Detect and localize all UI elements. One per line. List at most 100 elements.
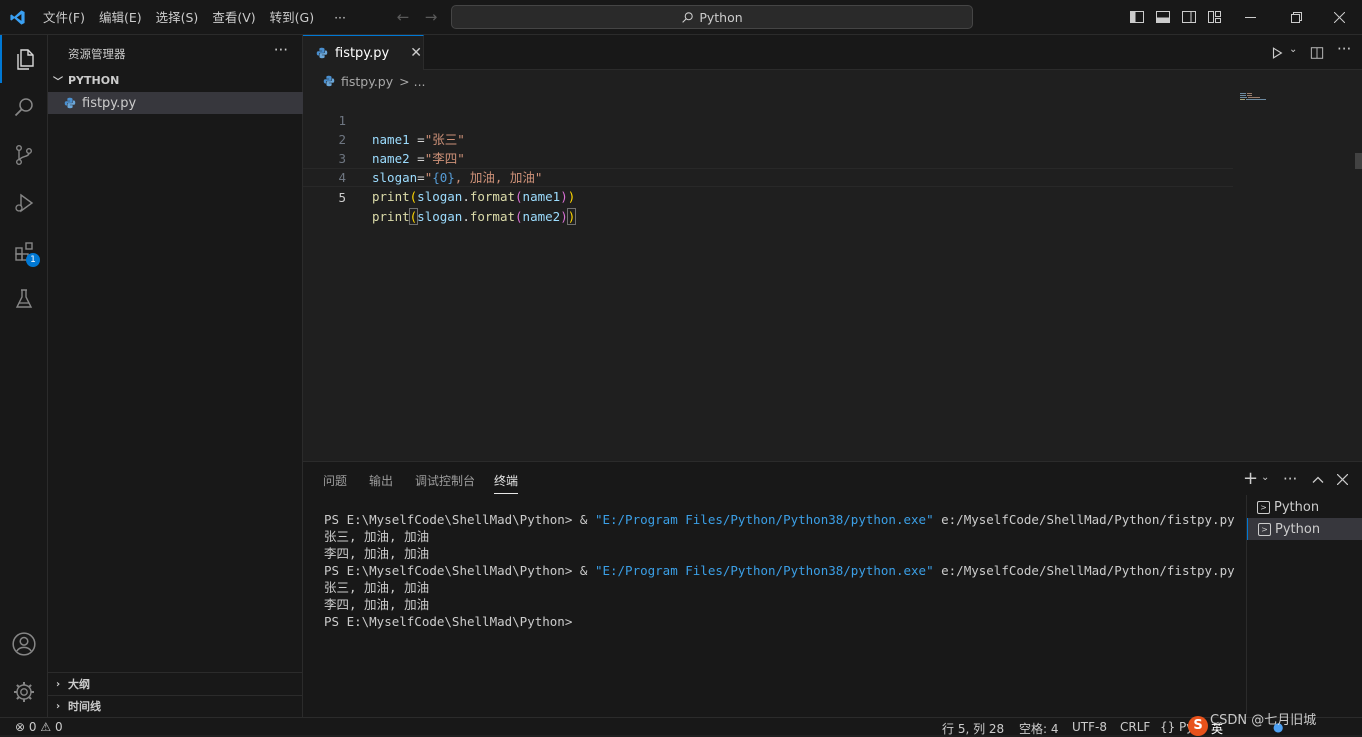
terminal-instance[interactable]: > Python <box>1247 496 1362 518</box>
problems-status[interactable]: ⊗ 0 ⚠ 0 <box>15 720 63 734</box>
command-center-label: Python <box>699 9 743 25</box>
terminal-line: PS E:\MyselfCode\ShellMad\Python> & "E:/… <box>324 562 1244 579</box>
editor-tab-bar: fistpy.py ✕ ⌄ ··· <box>303 35 1362 70</box>
timeline-section[interactable]: › 时间线 <box>48 695 303 717</box>
terminal-line: PS E:\MyselfCode\ShellMad\Python> <box>324 614 573 629</box>
menu-edit[interactable]: 编辑(E) <box>92 0 149 35</box>
close-tab-icon[interactable]: ✕ <box>410 45 422 61</box>
source-control-icon[interactable] <box>0 131 48 179</box>
tab-terminal[interactable]: 终端 <box>494 472 519 494</box>
encoding[interactable]: UTF-8 <box>1072 720 1107 734</box>
chevron-right-icon: › <box>55 678 61 690</box>
search-icon[interactable] <box>0 83 48 131</box>
terminal-list: > Python > Python <box>1246 495 1362 715</box>
menu-view[interactable]: 查看(V) <box>205 0 262 35</box>
terminal-exe-path: "E:/Program Files/Python/Python38/python… <box>594 563 934 578</box>
code-token: . <box>462 209 470 224</box>
minimap[interactable] <box>1240 93 1268 101</box>
run-and-debug-icon[interactable] <box>0 179 48 227</box>
timeline-label: 时间线 <box>68 700 101 713</box>
toggle-secondary-sidebar-icon[interactable] <box>1181 9 1197 25</box>
tab-debug-console[interactable]: 调试控制台 <box>415 472 475 494</box>
outline-section[interactable]: › 大纲 <box>48 673 303 695</box>
close-panel-icon[interactable] <box>1337 474 1348 485</box>
toggle-primary-sidebar-icon[interactable] <box>1129 9 1145 25</box>
code-token: ) <box>560 189 568 204</box>
tab-output[interactable]: 输出 <box>369 472 393 494</box>
line-number: 5 <box>338 190 346 205</box>
forward-arrow-icon[interactable]: → <box>418 8 444 26</box>
sogou-ime-logo-icon: S <box>1188 716 1208 736</box>
explorer-icon[interactable] <box>0 35 48 83</box>
terminal-dropdown-chevron-icon[interactable]: ⌄ <box>1261 472 1269 483</box>
accounts-icon[interactable] <box>0 620 48 668</box>
tab-label: fistpy.py <box>335 45 390 61</box>
code-token: ) <box>567 189 576 204</box>
code-token: format <box>469 209 516 224</box>
explorer-sidebar: 资源管理器 ··· ﹀ PYTHON fistpy.py › 大纲 › 时间线 <box>48 35 303 717</box>
title-bar: 文件(F) 编辑(E) 选择(S) 查看(V) 转到(G) ··· ← → Py… <box>0 0 1362 35</box>
editor-more-button[interactable]: ··· <box>1337 40 1351 58</box>
menu-more[interactable]: ··· <box>327 0 353 35</box>
cursor-position[interactable]: 行 5, 列 28 <box>942 720 1004 737</box>
code-token: format <box>469 189 516 204</box>
run-play-icon[interactable] <box>1270 46 1284 60</box>
folder-name: PYTHON <box>68 73 120 87</box>
folder-section-python[interactable]: ﹀ PYTHON <box>48 69 303 91</box>
close-window-button[interactable] <box>1316 0 1362 35</box>
terminal-line: 李四, 加油, 加油 <box>324 597 430 612</box>
code-token: slogan <box>417 209 463 224</box>
file-item-fistpy[interactable]: fistpy.py <box>48 92 303 114</box>
menu-selection[interactable]: 选择(S) <box>149 0 206 35</box>
activity-bar: 1 <box>0 35 48 717</box>
testing-flask-icon[interactable] <box>0 275 48 323</box>
maximize-panel-chevron-up-icon[interactable] <box>1312 474 1324 486</box>
minimize-button[interactable] <box>1227 0 1273 35</box>
tab-problems[interactable]: 问题 <box>323 472 347 494</box>
panel-more-button[interactable]: ··· <box>1283 470 1297 488</box>
editor-scrollbar-slider[interactable] <box>1355 153 1362 169</box>
back-arrow-icon[interactable]: ← <box>390 8 416 26</box>
customize-layout-icon[interactable] <box>1207 9 1223 25</box>
run-dropdown-chevron-icon[interactable]: ⌄ <box>1289 44 1297 55</box>
breadcrumb-file[interactable]: fistpy.py <box>341 74 393 89</box>
code-line-current: 5 print(slogan.format(name2)) <box>303 168 1233 225</box>
restore-button[interactable] <box>1273 0 1319 35</box>
code-editor[interactable]: 1 name1 ="张三" 2 name2 ="李四" 3 slogan="{0… <box>303 92 1233 225</box>
code-token: name2 <box>522 209 561 224</box>
code-token: ) <box>560 209 568 224</box>
warning-triangle-icon: ⚠ <box>40 720 52 734</box>
command-center-search[interactable]: Python <box>451 5 973 29</box>
terminal-output[interactable]: PS E:\MyselfCode\ShellMad\Python> & "E:/… <box>324 511 1244 630</box>
terminal-instance-selected[interactable]: > Python <box>1247 518 1362 540</box>
extensions-icon[interactable]: 1 <box>0 227 48 275</box>
terminal-exe-path: "E:/Program Files/Python/Python38/python… <box>594 512 934 527</box>
extensions-badge: 1 <box>26 253 40 267</box>
terminal-prompt: PS E:\MyselfCode\ShellMad\Python> & <box>324 563 595 578</box>
terminal-line: PS E:\MyselfCode\ShellMad\Python> & "E:/… <box>324 511 1244 528</box>
python-file-icon <box>64 97 76 109</box>
editor-tab-fistpy[interactable]: fistpy.py ✕ <box>303 35 424 70</box>
breadcrumb-rest[interactable]: > ... <box>399 74 425 89</box>
explorer-more-button[interactable]: ··· <box>274 41 288 59</box>
terminal-line: 李四, 加油, 加油 <box>324 546 430 561</box>
manage-gear-icon[interactable] <box>0 668 48 716</box>
end-of-line[interactable]: CRLF <box>1120 720 1150 734</box>
file-name: fistpy.py <box>82 95 137 111</box>
split-editor-icon[interactable] <box>1310 46 1324 60</box>
python-file-icon <box>323 75 335 87</box>
vscode-logo-icon <box>0 0 35 35</box>
outline-label: 大纲 <box>68 678 90 691</box>
chevron-right-icon: › <box>55 700 61 712</box>
warning-count: 0 <box>54 720 63 734</box>
menu-file[interactable]: 文件(F) <box>36 0 92 35</box>
code-line: 4 print(slogan.format(name1)) <box>303 149 1233 204</box>
indentation[interactable]: 空格: 4 <box>1019 720 1059 737</box>
toggle-panel-icon[interactable] <box>1155 9 1171 25</box>
new-terminal-plus-icon[interactable]: + <box>1243 468 1258 489</box>
terminal-icon: > <box>1258 522 1271 536</box>
code-token: ) <box>566 208 577 225</box>
code-token: print <box>372 209 410 224</box>
menu-go[interactable]: 转到(G) <box>263 0 321 35</box>
terminal-instance-label: Python <box>1274 499 1320 515</box>
